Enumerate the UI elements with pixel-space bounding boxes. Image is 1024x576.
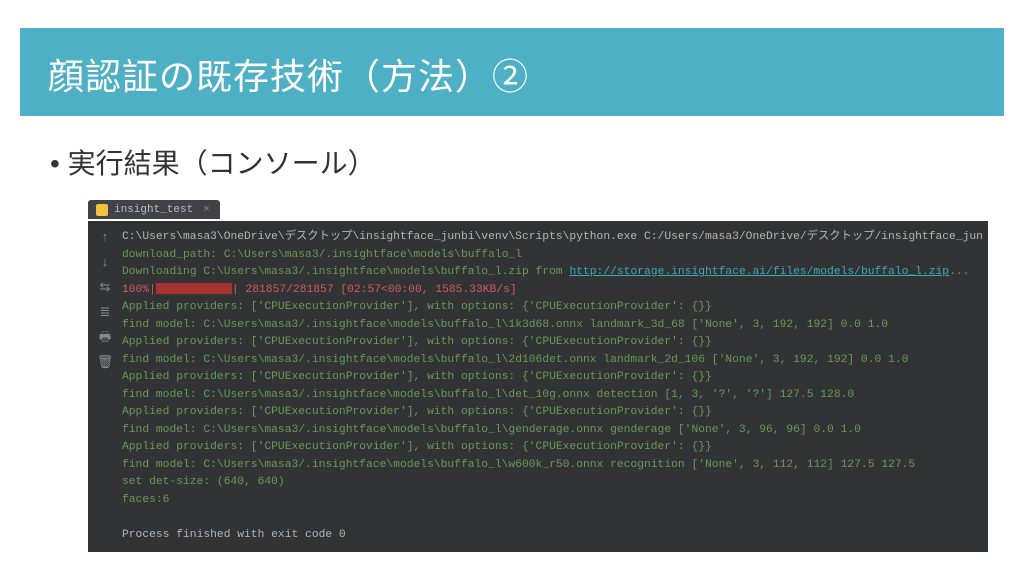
slide-title-bar: 顔認証の既存技術（方法）②	[20, 28, 1004, 116]
download-link[interactable]: http://storage.insightface.ai/files/mode…	[569, 266, 949, 278]
log-line: find model: C:\Users\masa3/.insightface\…	[122, 354, 908, 366]
console-gutter: ↑ ↓ ⇆ ≣ 🖶 🗑	[94, 229, 116, 544]
log-line: 100%|	[122, 284, 156, 296]
gutter-print-icon[interactable]: 🖶	[99, 331, 111, 344]
log-line: faces:6	[122, 494, 169, 506]
slide: 顔認証の既存技術（方法）② 実行結果（コンソール） insight_test ×…	[0, 28, 1024, 576]
python-icon	[96, 204, 108, 216]
slide-title: 顔認証の既存技術（方法）②	[48, 56, 529, 97]
console-screenshot: insight_test × ↑ ↓ ⇆ ≣ 🖶 🗑 C:\Users\masa…	[88, 200, 988, 552]
log-line: set det-size: (640, 640)	[122, 476, 285, 488]
log-line: C:\Users\masa3\OneDrive\デスクトップ\insightfa…	[122, 231, 982, 243]
bullet-text: 実行結果（コンソール）	[68, 148, 376, 179]
console-body: ↑ ↓ ⇆ ≣ 🖶 🗑 C:\Users\masa3\OneDrive\デスクト…	[88, 221, 988, 552]
gutter-up-icon[interactable]: ↑	[101, 231, 109, 244]
log-line: Applied providers: ['CPUExecutionProvide…	[122, 336, 712, 348]
log-line: find model: C:\Users\masa3/.insightface\…	[122, 319, 888, 331]
gutter-wrap-icon[interactable]: ⇆	[100, 281, 111, 294]
console-tab[interactable]: insight_test ×	[88, 200, 220, 219]
log-line: Process finished with exit code 0	[122, 529, 346, 541]
log-line: find model: C:\Users\masa3/.insightface\…	[122, 424, 861, 436]
gutter-trash-icon[interactable]: 🗑	[97, 356, 114, 369]
console-log: C:\Users\masa3\OneDrive\デスクトップ\insightfa…	[116, 229, 982, 544]
log-line: Applied providers: ['CPUExecutionProvide…	[122, 441, 712, 453]
log-line: ...	[949, 266, 969, 278]
log-line: Applied providers: ['CPUExecutionProvide…	[122, 301, 712, 313]
log-line: find model: C:\Users\masa3/.insightface\…	[122, 389, 854, 401]
bullet-line: 実行結果（コンソール）	[0, 116, 1024, 192]
log-line: find model: C:\Users\masa3/.insightface\…	[122, 459, 915, 471]
log-line: Downloading C:\Users\masa3/.insightface\…	[122, 266, 569, 278]
log-line: download_path: C:\Users\masa3/.insightfa…	[122, 249, 522, 261]
progress-bar	[156, 283, 232, 294]
gutter-down-icon[interactable]: ↓	[101, 256, 109, 269]
gutter-scroll-icon[interactable]: ≣	[100, 306, 111, 319]
close-icon[interactable]: ×	[203, 204, 210, 216]
log-line: Applied providers: ['CPUExecutionProvide…	[122, 371, 712, 383]
log-line: | 281857/281857 [02:57<00:00, 1585.33KB/…	[232, 284, 517, 296]
tab-label: insight_test	[114, 204, 193, 216]
log-line: Applied providers: ['CPUExecutionProvide…	[122, 406, 712, 418]
